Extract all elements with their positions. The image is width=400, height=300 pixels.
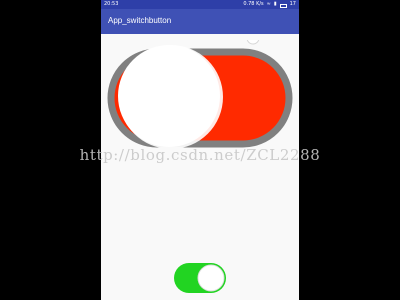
big-switch-thumb[interactable] [118,45,220,147]
app-bar: App_switchbutton [101,9,299,34]
big-switch-highlight [246,40,260,45]
big-switch-button[interactable] [107,40,293,148]
wifi-icon: ≈ [266,1,271,7]
status-time: 20:53 [104,1,119,7]
network-speed: 0.78 K/s [243,1,264,7]
status-bar: 20:53 0.78 K/s ≈ ▮ 17 [101,0,299,9]
app-title: App_switchbutton [108,16,172,25]
battery-icon [279,3,287,8]
small-switch-button[interactable] [173,262,227,294]
phone-screen: 20:53 0.78 K/s ≈ ▮ 17 App_switchbutton [101,0,299,300]
status-right: 0.78 K/s ≈ ▮ 17 [243,0,296,9]
small-switch-thumb[interactable] [197,264,225,292]
signal-icon: ▮ [273,1,277,7]
battery-level: 17 [289,1,296,7]
